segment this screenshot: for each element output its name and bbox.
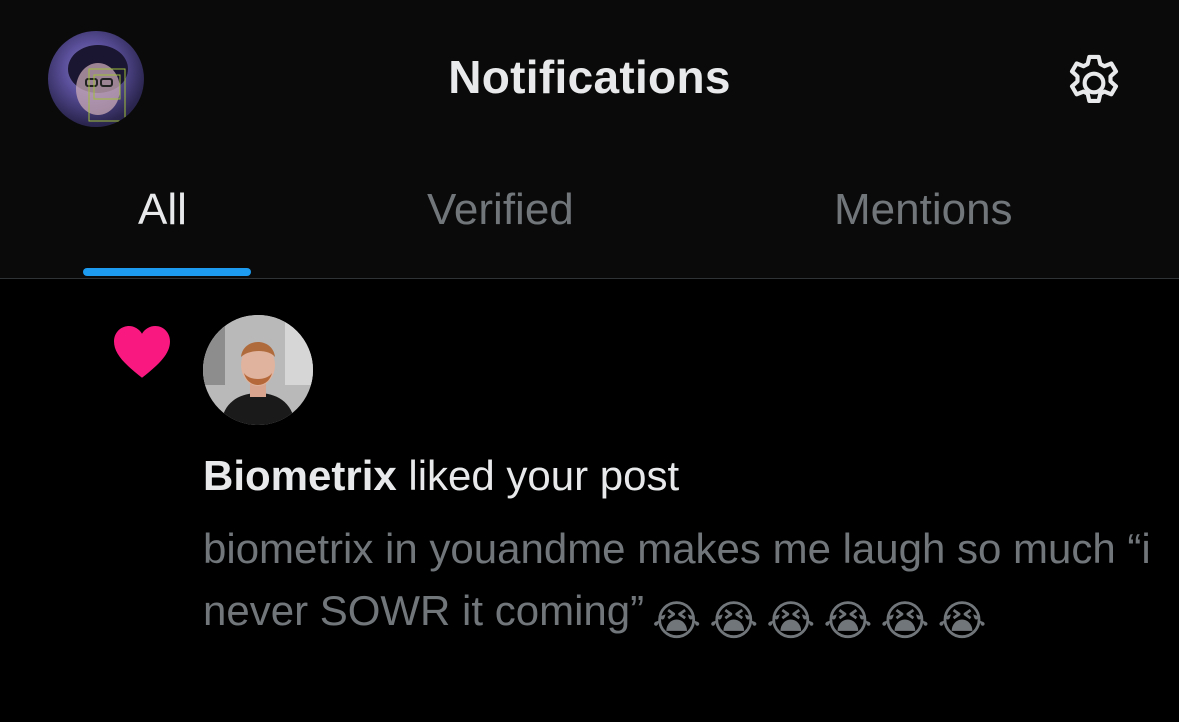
crying-emoji-icon: 😭 (823, 597, 873, 644)
post-preview[interactable]: biometrix in youandme makes me laugh so … (203, 518, 1153, 652)
crying-emoji-icon: 😭 (652, 597, 702, 644)
page-title: Notifications (448, 51, 731, 103)
user-avatar-image (203, 315, 313, 425)
crying-emoji-icon: 😭 (937, 597, 987, 644)
user-name-link[interactable]: Biometrix (203, 452, 397, 499)
gear-icon[interactable] (1061, 50, 1127, 116)
crying-emoji-icon: 😭 (709, 597, 759, 644)
tab-verified[interactable]: Verified (427, 185, 574, 235)
crying-emoji-icon: 😭 (880, 597, 930, 644)
notification-summary: Biometrix liked your post (203, 452, 679, 500)
top-bar: Notifications All Verified Mentions (0, 0, 1179, 279)
crying-emoji-icon: 😭 (766, 597, 816, 644)
tab-mentions[interactable]: Mentions (834, 185, 1013, 235)
heart-icon (111, 323, 173, 379)
user-avatar[interactable] (203, 315, 313, 425)
active-tab-indicator (83, 268, 251, 276)
notification-action: liked your post (396, 452, 680, 499)
tab-all[interactable]: All (138, 185, 187, 235)
